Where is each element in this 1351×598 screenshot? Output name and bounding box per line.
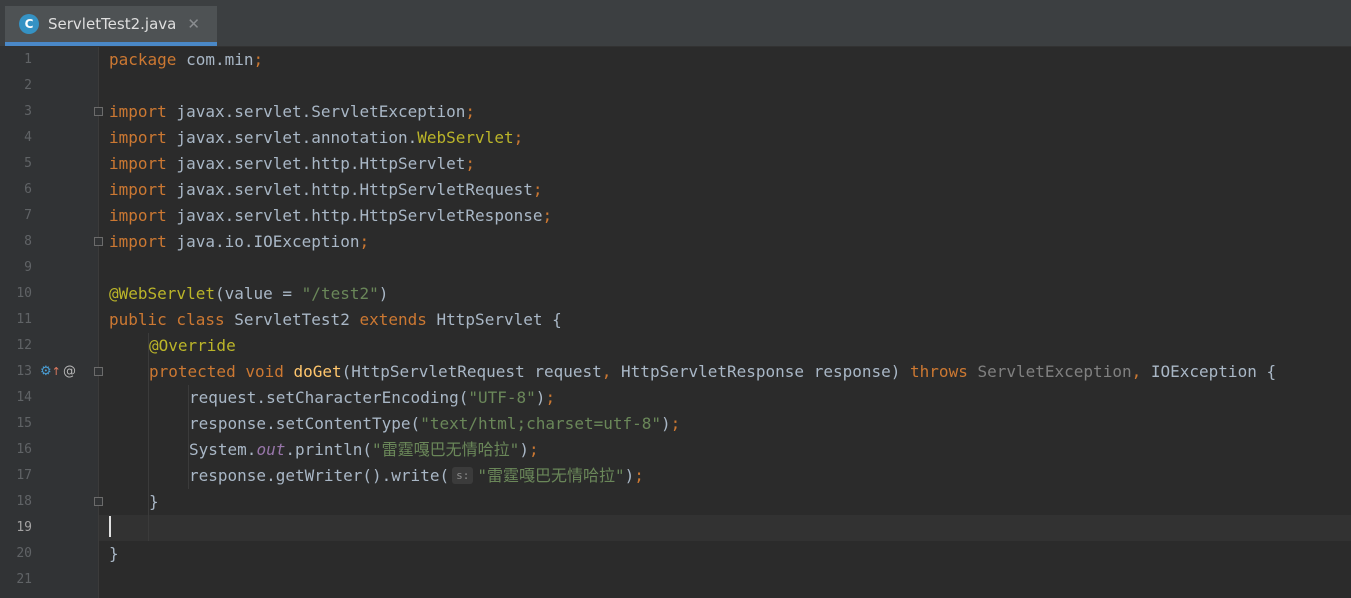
code-line-13: protected void doGet(HttpServletRequest … — [149, 362, 1277, 381]
close-icon[interactable]: ✕ — [187, 15, 200, 33]
code-line-17: response.getWriter().write(s: "雷霆嘎巴无情哈拉")… — [189, 466, 644, 485]
line-number: 2 — [24, 78, 32, 93]
line-number: 18 — [16, 494, 32, 509]
override-method-icon[interactable]: ⚙↑ — [40, 359, 61, 385]
annotation-at-icon[interactable]: @ — [63, 359, 76, 385]
editor-tab-bar: C ServletTest2.java ✕ — [0, 0, 1351, 47]
line-number: 5 — [24, 156, 32, 171]
tab-servlettest2[interactable]: C ServletTest2.java ✕ — [5, 6, 217, 46]
line-number: 8 — [24, 234, 32, 249]
line-number: 20 — [16, 546, 32, 561]
code-line-7: import javax.servlet.http.HttpServletRes… — [109, 206, 553, 225]
code-line-1: package com.min; — [109, 50, 264, 69]
code-line-15: response.setContentType("text/html;chars… — [189, 414, 681, 433]
code-line-12: @Override — [149, 336, 236, 355]
code-line-11: public class ServletTest2 extends HttpSe… — [109, 310, 562, 329]
line-number: 7 — [24, 208, 32, 223]
line-gutter: 1 2 3 4 5 6 7 8 9 10 11 12 13 14 15 16 1… — [0, 47, 99, 598]
line-number: 17 — [16, 468, 32, 483]
code-editor[interactable]: 1 2 3 4 5 6 7 8 9 10 11 12 13 14 15 16 1… — [0, 47, 1351, 598]
line-number: 10 — [16, 286, 32, 301]
parameter-hint: s: — [452, 467, 474, 484]
line-number: 13 — [16, 364, 32, 379]
tab-label: ServletTest2.java — [48, 15, 177, 33]
code-line-3: import javax.servlet.ServletException; — [109, 102, 476, 121]
line-number: 11 — [16, 312, 32, 327]
line-number: 3 — [24, 104, 32, 119]
line-number: 14 — [16, 390, 32, 405]
code-line-14: request.setCharacterEncoding("UTF-8"); — [189, 388, 556, 407]
code-line-5: import javax.servlet.http.HttpServlet; — [109, 154, 476, 173]
line-number: 6 — [24, 182, 32, 197]
line-number: 21 — [16, 572, 32, 587]
line-number: 16 — [16, 442, 32, 457]
line-number: 15 — [16, 416, 32, 431]
current-line-highlight — [99, 515, 1351, 541]
line-number: 4 — [24, 130, 32, 145]
code-line-10: @WebServlet(value = "/test2") — [109, 284, 389, 303]
text-caret — [109, 516, 111, 537]
code-line-6: import javax.servlet.http.HttpServletReq… — [109, 180, 543, 199]
code-line-8: import java.io.IOException; — [109, 232, 370, 251]
line-number: 1 — [24, 52, 32, 67]
code-line-20: } — [109, 544, 119, 563]
code-line-16: System.out.println("雷霆嘎巴无情哈拉"); — [189, 440, 539, 459]
line-number: 12 — [16, 338, 32, 353]
line-number: 9 — [24, 260, 32, 275]
code-line-4: import javax.servlet.annotation.WebServl… — [109, 128, 524, 147]
java-class-icon: C — [19, 14, 39, 34]
line-number-active: 19 — [16, 520, 32, 535]
code-area[interactable]: package com.min; import javax.servlet.Se… — [99, 47, 1351, 598]
code-line-18: } — [149, 492, 159, 511]
